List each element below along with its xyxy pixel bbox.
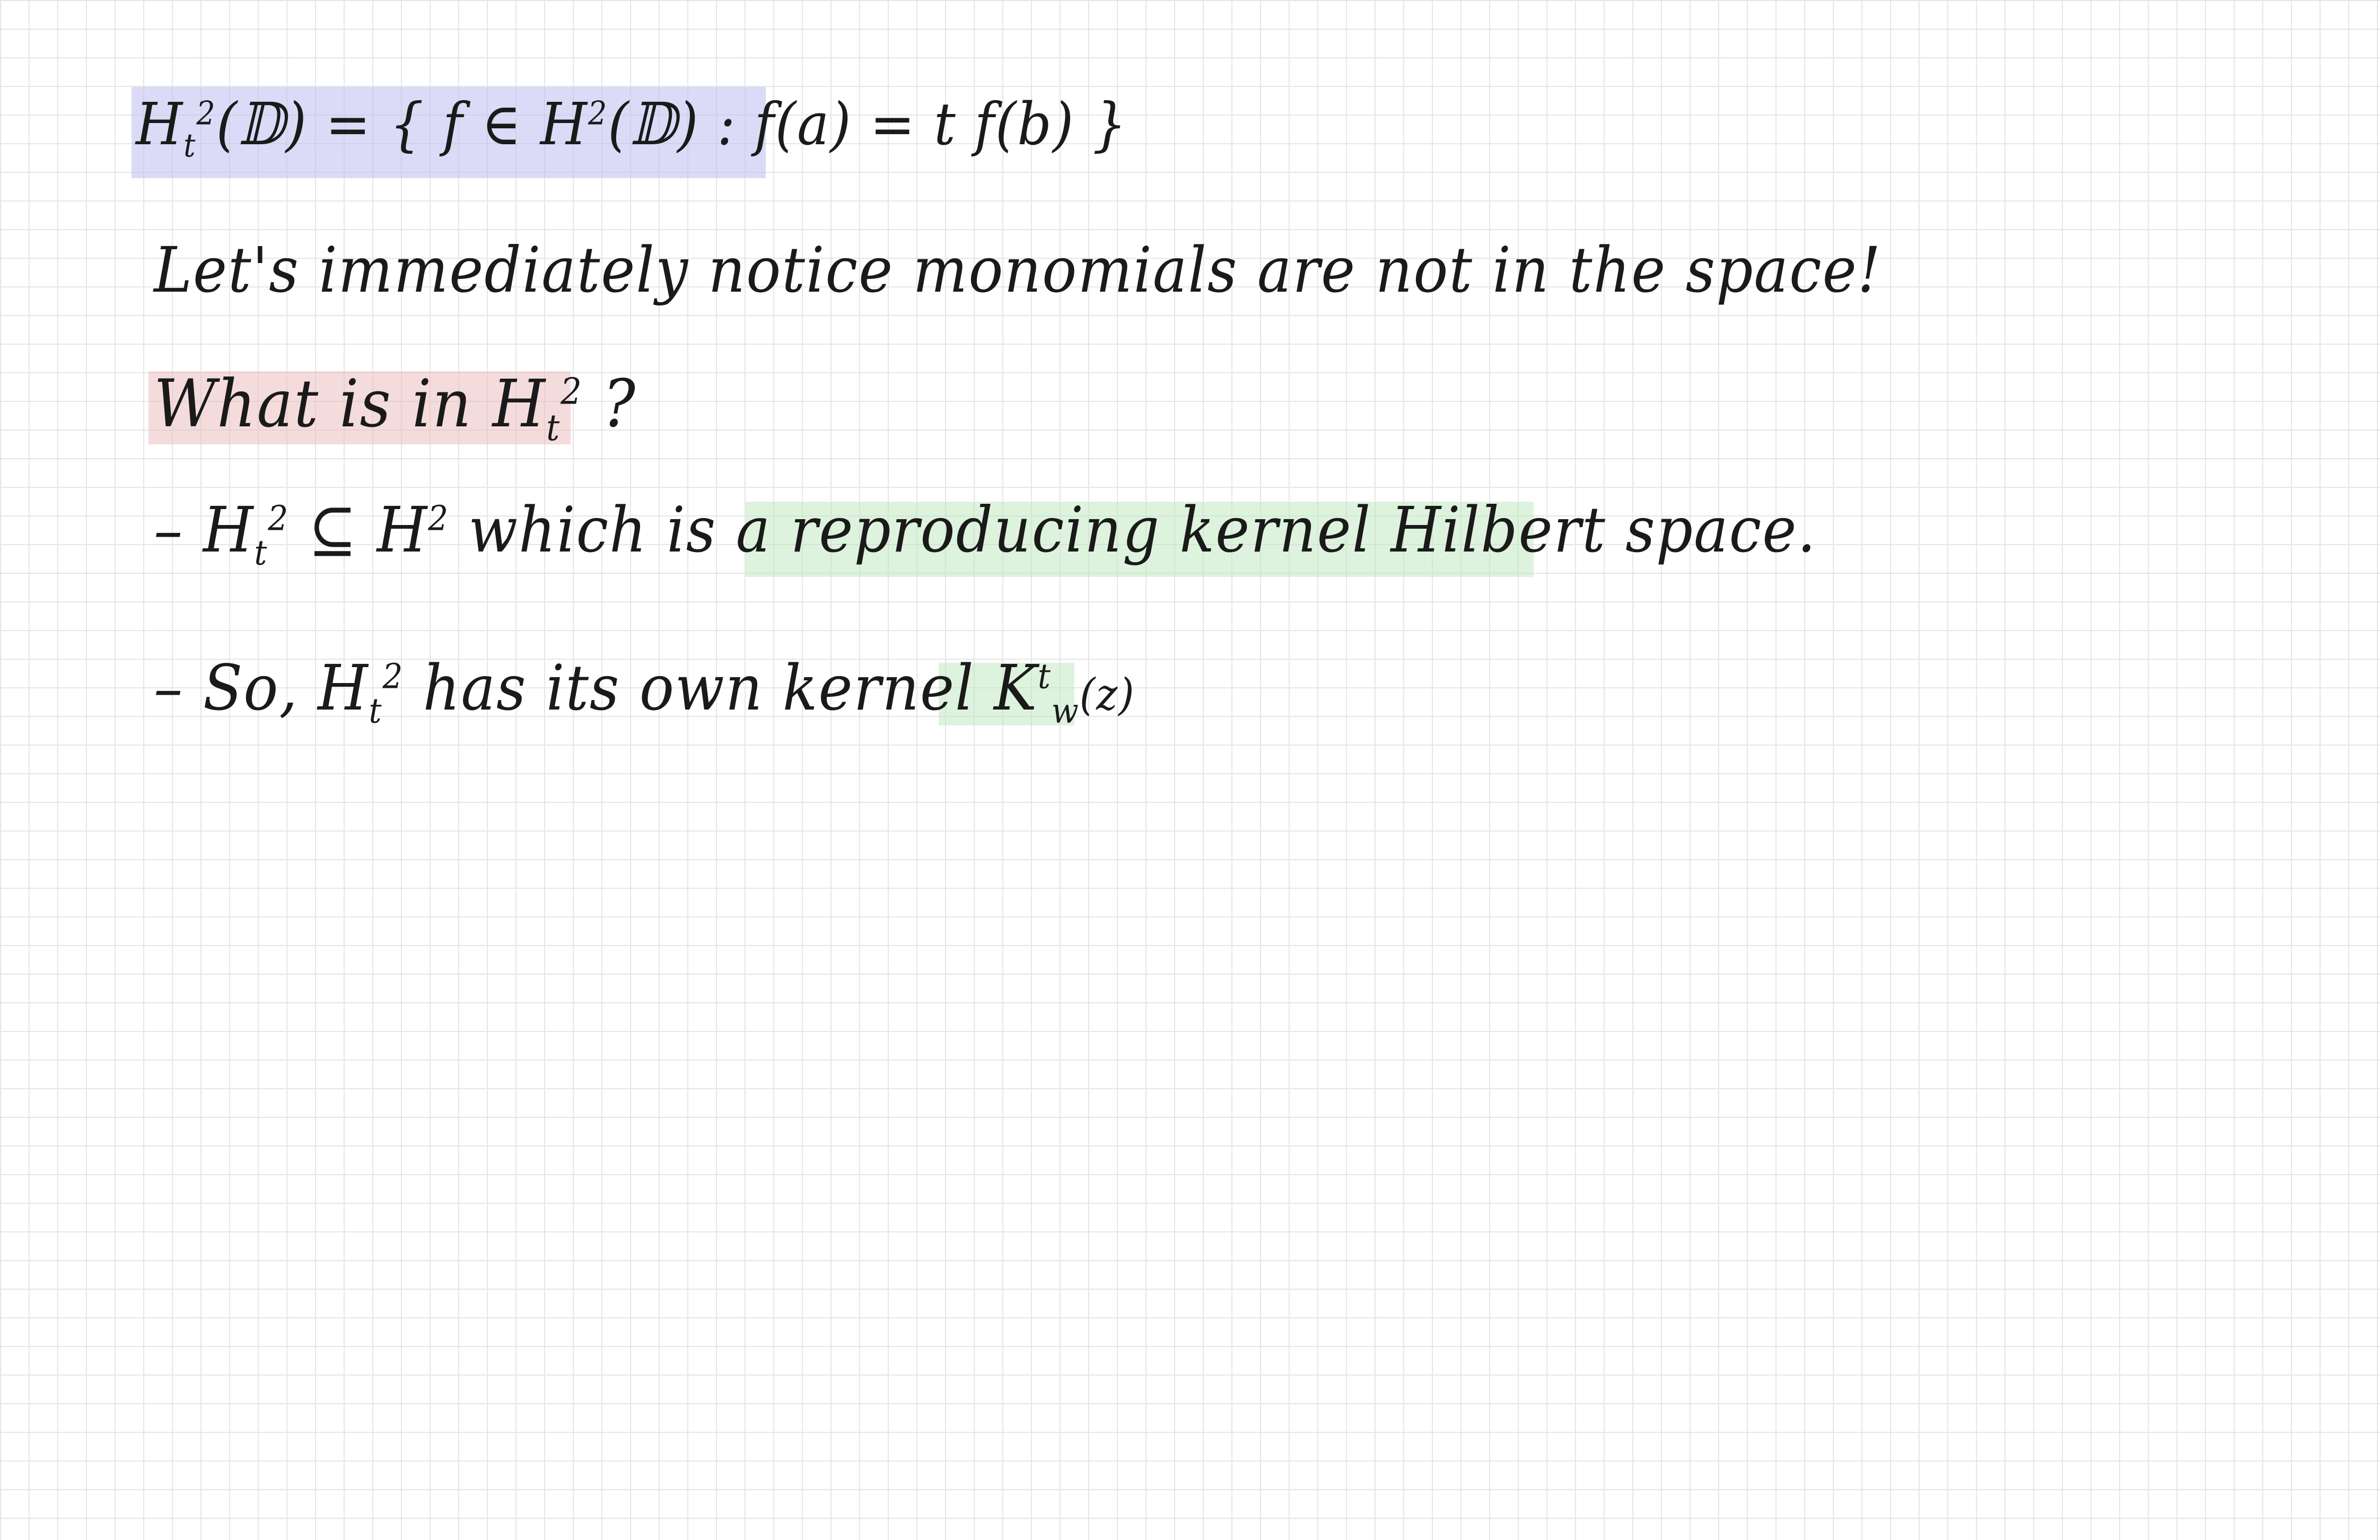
set-condition: : f(a) = t f(b) }	[699, 90, 1128, 158]
kernel-argument: (z)	[1079, 669, 1135, 720]
space-superscript: 2	[268, 498, 290, 539]
hardy-space-superscript: 2	[588, 95, 608, 133]
kernel-symbol: K	[993, 651, 1038, 724]
space-superscript: 2	[560, 371, 583, 413]
space-symbol: H	[492, 366, 546, 442]
bullet-dash: –	[154, 651, 184, 724]
space-symbol: H	[136, 90, 184, 158]
space-subscript: t	[369, 691, 383, 731]
question-text: What is in Ht2 ?	[154, 366, 636, 446]
space-subscript: t	[183, 127, 197, 164]
hardy-space-symbol: H	[540, 90, 588, 158]
hardy-domain-disk: (𝔻)	[608, 90, 699, 158]
observation-text: Let's immediately notice monomials are n…	[154, 233, 1882, 307]
definition-formula: Ht2(𝔻) = { f ∈ H2(𝔻) : f(a) = t f(b) }	[136, 90, 1128, 162]
bullet-middle-text: which is a	[449, 493, 791, 566]
rkhs-text: reproducing kernel Hilbert space.	[790, 493, 1817, 566]
space-superscript: 2	[382, 657, 404, 697]
superspace-superscript: 2	[428, 498, 449, 539]
set-open: = { f ∈	[307, 90, 540, 158]
kernel-subscript: w	[1051, 691, 1080, 731]
bullet-subspace: – Ht2 ⊆ H2 which is a reproducing kernel …	[154, 493, 1817, 571]
bullet-lead: So,	[203, 651, 318, 724]
space-symbol: H	[203, 493, 255, 566]
bullet-middle-text: has its own kernel	[404, 651, 994, 724]
domain-disk: (𝔻)	[216, 90, 308, 158]
superspace-symbol: H	[377, 493, 428, 566]
notes-page: { "definition": { "space": "H", "space_s…	[0, 0, 2380, 1540]
space-subscript: t	[546, 407, 561, 449]
space-superscript: 2	[196, 95, 216, 133]
bullet-kernel: – So, Ht2 has its own kernel Ktw(z)	[154, 651, 1135, 729]
space-symbol: H	[318, 651, 369, 724]
kernel-superscript: t	[1037, 657, 1052, 697]
question-lead: What is in	[154, 366, 493, 442]
space-subscript: t	[254, 533, 268, 573]
subset-relation: ⊆	[289, 493, 377, 566]
question-mark: ?	[582, 366, 636, 442]
bullet-dash: –	[154, 493, 184, 566]
